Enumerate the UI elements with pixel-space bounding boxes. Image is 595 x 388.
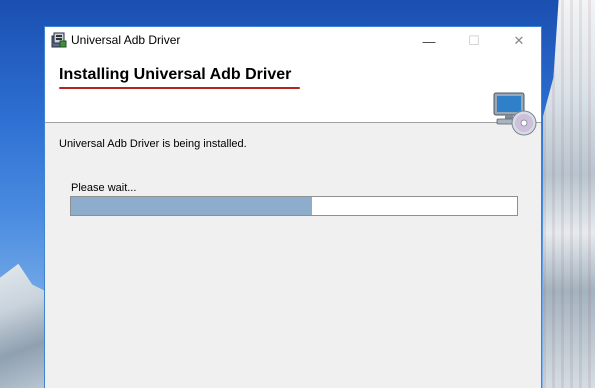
computer-disc-icon bbox=[493, 92, 537, 136]
title-bar[interactable]: Universal Adb Driver — ☐ ✕ bbox=[45, 27, 541, 55]
window-title: Universal Adb Driver bbox=[71, 33, 181, 47]
installer-header: Installing Universal Adb Driver bbox=[45, 55, 541, 136]
desktop-wallpaper-left bbox=[0, 263, 46, 388]
installer-app-icon bbox=[51, 32, 67, 48]
desktop-wallpaper-right bbox=[543, 0, 595, 388]
close-icon: ✕ bbox=[513, 33, 525, 48]
progress-fill bbox=[71, 197, 312, 215]
minimize-button[interactable]: — bbox=[407, 27, 451, 55]
page-title: Installing Universal Adb Driver bbox=[59, 66, 292, 83]
progress-bar bbox=[70, 196, 518, 216]
installer-window: Universal Adb Driver — ☐ ✕ Installing Un… bbox=[44, 26, 542, 388]
install-status-text: Universal Adb Driver is being installed. bbox=[59, 138, 247, 150]
maximize-button[interactable]: ☐ bbox=[452, 27, 496, 55]
maximize-icon: ☐ bbox=[468, 33, 480, 48]
title-underline bbox=[59, 87, 300, 89]
minimize-icon: — bbox=[422, 33, 436, 49]
progress-label: Please wait... bbox=[71, 182, 137, 194]
close-button[interactable]: ✕ bbox=[497, 27, 541, 55]
